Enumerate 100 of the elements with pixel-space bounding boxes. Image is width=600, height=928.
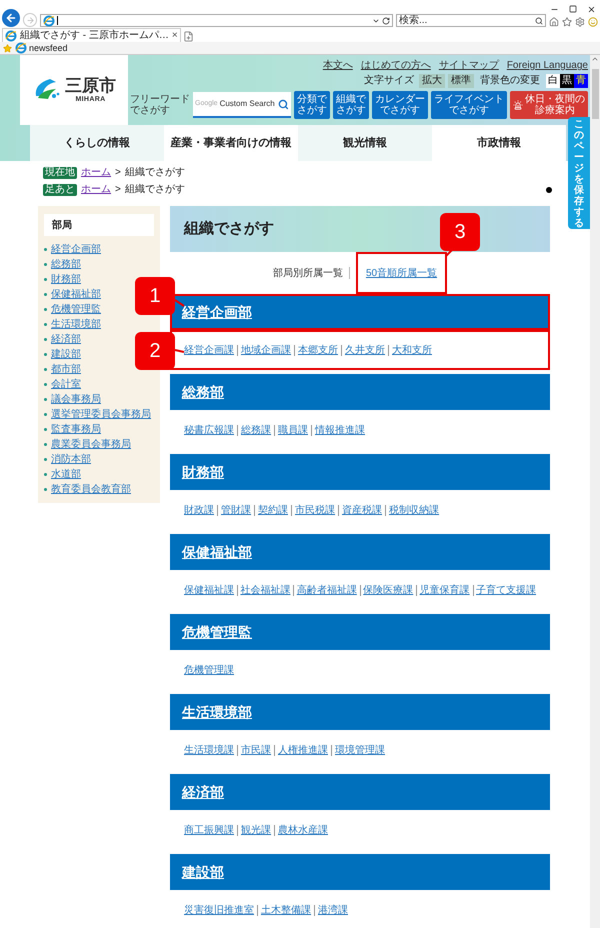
- section-title-link[interactable]: 保健福祉部: [182, 542, 252, 562]
- section-title-link[interactable]: 経済部: [182, 782, 224, 802]
- section-title-link[interactable]: 経営企画部: [182, 302, 252, 322]
- text-size-button[interactable]: 標準: [448, 74, 474, 88]
- office-link[interactable]: 港湾課: [318, 902, 348, 918]
- office-link[interactable]: 商工振興課: [184, 822, 234, 838]
- search-by-button[interactable]: 組織で さがす: [333, 91, 369, 119]
- sidebar-link[interactable]: 財務部: [51, 274, 81, 285]
- sidebar-link[interactable]: 教育委員会教育部: [51, 484, 131, 495]
- office-link[interactable]: 地域企画課: [241, 342, 291, 358]
- search-icon[interactable]: [535, 16, 543, 24]
- search-input[interactable]: 検索...: [399, 15, 535, 26]
- office-link[interactable]: 保険医療課: [363, 582, 414, 598]
- browser-search-field[interactable]: 検索...: [396, 14, 546, 27]
- maximize-icon[interactable]: [569, 5, 577, 13]
- search-by-button[interactable]: カレンダー でさがす: [372, 91, 428, 119]
- office-link[interactable]: 情報推進課: [315, 422, 365, 438]
- office-link[interactable]: 保健福祉課: [184, 582, 234, 598]
- sidebar-link[interactable]: 経営企画部: [51, 244, 101, 255]
- office-link[interactable]: 久井支所: [345, 342, 385, 358]
- clear-icon[interactable]: [546, 187, 552, 193]
- refresh-icon[interactable]: [382, 16, 390, 24]
- sidebar-link[interactable]: 農業委員会事務局: [51, 439, 131, 450]
- nav-tab[interactable]: 産業・事業者向けの情報: [164, 125, 298, 161]
- sidebar-link[interactable]: 総務部: [51, 259, 81, 270]
- sidebar-link[interactable]: 経済部: [51, 334, 81, 345]
- section-title-link[interactable]: 財務部: [182, 462, 224, 482]
- sidebar-link[interactable]: 会計室: [51, 379, 81, 390]
- settings-icon[interactable]: [575, 17, 585, 27]
- nav-tab[interactable]: 市政情報: [432, 125, 566, 161]
- background-color-button[interactable]: 青: [574, 74, 588, 88]
- sidebar-link[interactable]: 監査事務局: [51, 424, 101, 435]
- section-title-link[interactable]: 生活環境部: [182, 702, 252, 722]
- office-link[interactable]: 契約課: [258, 502, 288, 518]
- office-link[interactable]: 生活環境課: [184, 742, 234, 758]
- search-by-button[interactable]: 分類で さがす: [294, 91, 330, 119]
- sidebar-link[interactable]: 生活環境部: [51, 319, 101, 330]
- sidebar-link[interactable]: 都市部: [51, 364, 81, 375]
- office-link[interactable]: 社会福祉課: [240, 582, 290, 598]
- office-link[interactable]: 市民課: [241, 742, 271, 758]
- tab-close[interactable]: ×: [172, 30, 178, 40]
- utility-link[interactable]: サイトマップ: [438, 61, 499, 71]
- address-field[interactable]: [40, 14, 393, 27]
- breadcrumb-link[interactable]: ホーム: [81, 185, 111, 195]
- back-button[interactable]: [2, 9, 20, 27]
- clinic-info-button[interactable]: 休日・夜間の 診療案内: [510, 91, 588, 119]
- office-link[interactable]: 農林水産課: [278, 822, 328, 838]
- scrollbar[interactable]: [590, 55, 600, 928]
- sidebar-link[interactable]: 危機管理監: [51, 304, 101, 315]
- section-title-link[interactable]: 危機管理監: [182, 622, 252, 642]
- office-link[interactable]: 本郷支所: [298, 342, 338, 358]
- section-title-link[interactable]: 建設部: [182, 862, 224, 882]
- nav-tab[interactable]: くらしの情報: [30, 125, 164, 161]
- office-link[interactable]: 高齢者福祉課: [296, 582, 357, 598]
- nav-tab[interactable]: 観光情報: [298, 125, 432, 161]
- scroll-up-icon[interactable]: [591, 55, 599, 63]
- sidebar-link[interactable]: 議会事務局: [51, 394, 101, 405]
- sidebar-link[interactable]: 選挙管理委員会事務局: [51, 409, 151, 420]
- scroll-thumb[interactable]: [592, 69, 598, 119]
- office-link[interactable]: 大和支所: [392, 342, 432, 358]
- office-link[interactable]: 人権推進課: [278, 742, 328, 758]
- utility-link[interactable]: はじめての方へ: [360, 61, 431, 71]
- view-link[interactable]: 50音順所属一覧: [366, 266, 438, 280]
- office-link[interactable]: 市民税課: [295, 502, 335, 518]
- site-search-field[interactable]: Custom Search: [220, 98, 276, 110]
- background-color-button[interactable]: 黒: [560, 74, 574, 88]
- utility-link[interactable]: Foreign Language: [506, 61, 588, 71]
- office-link[interactable]: 児童保育課: [420, 582, 470, 598]
- office-link[interactable]: 職員課: [278, 422, 308, 438]
- background-color-button[interactable]: 白: [546, 74, 560, 88]
- close-icon[interactable]: [587, 5, 596, 14]
- office-link[interactable]: 財政課: [184, 502, 214, 518]
- office-link[interactable]: 管財課: [221, 502, 251, 518]
- favorites-star-icon[interactable]: [3, 44, 12, 52]
- office-link[interactable]: 土木整備課: [261, 902, 311, 918]
- text-size-button[interactable]: 拡大: [419, 74, 445, 88]
- favorite-link[interactable]: newsfeed: [15, 42, 68, 54]
- sidebar-link[interactable]: 建設部: [51, 349, 81, 360]
- office-link[interactable]: 資産税課: [342, 502, 382, 518]
- breadcrumb-link[interactable]: ホーム: [81, 168, 111, 178]
- save-page-tab[interactable]: このページを保存する: [568, 117, 590, 229]
- office-link[interactable]: 総務課: [241, 422, 271, 438]
- office-link[interactable]: 経営企画課: [184, 342, 234, 358]
- sidebar-link[interactable]: 水道部: [51, 469, 81, 480]
- sidebar-link[interactable]: 保健福祉部: [51, 289, 101, 300]
- home-icon[interactable]: [549, 17, 559, 27]
- section-title-link[interactable]: 総務部: [182, 382, 224, 402]
- office-link[interactable]: 子育て支援課: [476, 582, 536, 598]
- office-link[interactable]: 秘書広報課: [184, 422, 234, 438]
- star-icon[interactable]: [562, 17, 572, 27]
- utility-link[interactable]: 本文へ: [322, 61, 353, 71]
- sidebar-link[interactable]: 消防本部: [51, 454, 91, 465]
- office-link[interactable]: 危機管理課: [184, 662, 234, 678]
- office-link[interactable]: 環境管理課: [335, 742, 385, 758]
- office-link[interactable]: 税制収納課: [389, 502, 439, 518]
- new-tab-icon[interactable]: [182, 31, 194, 42]
- search-by-button[interactable]: ライフイベント でさがす: [431, 91, 507, 119]
- browser-tab[interactable]: 組織でさがす - 三原市ホームパ… ×: [2, 28, 181, 42]
- office-link[interactable]: 観光課: [241, 822, 271, 838]
- office-link[interactable]: 災害復旧推進室: [184, 902, 254, 918]
